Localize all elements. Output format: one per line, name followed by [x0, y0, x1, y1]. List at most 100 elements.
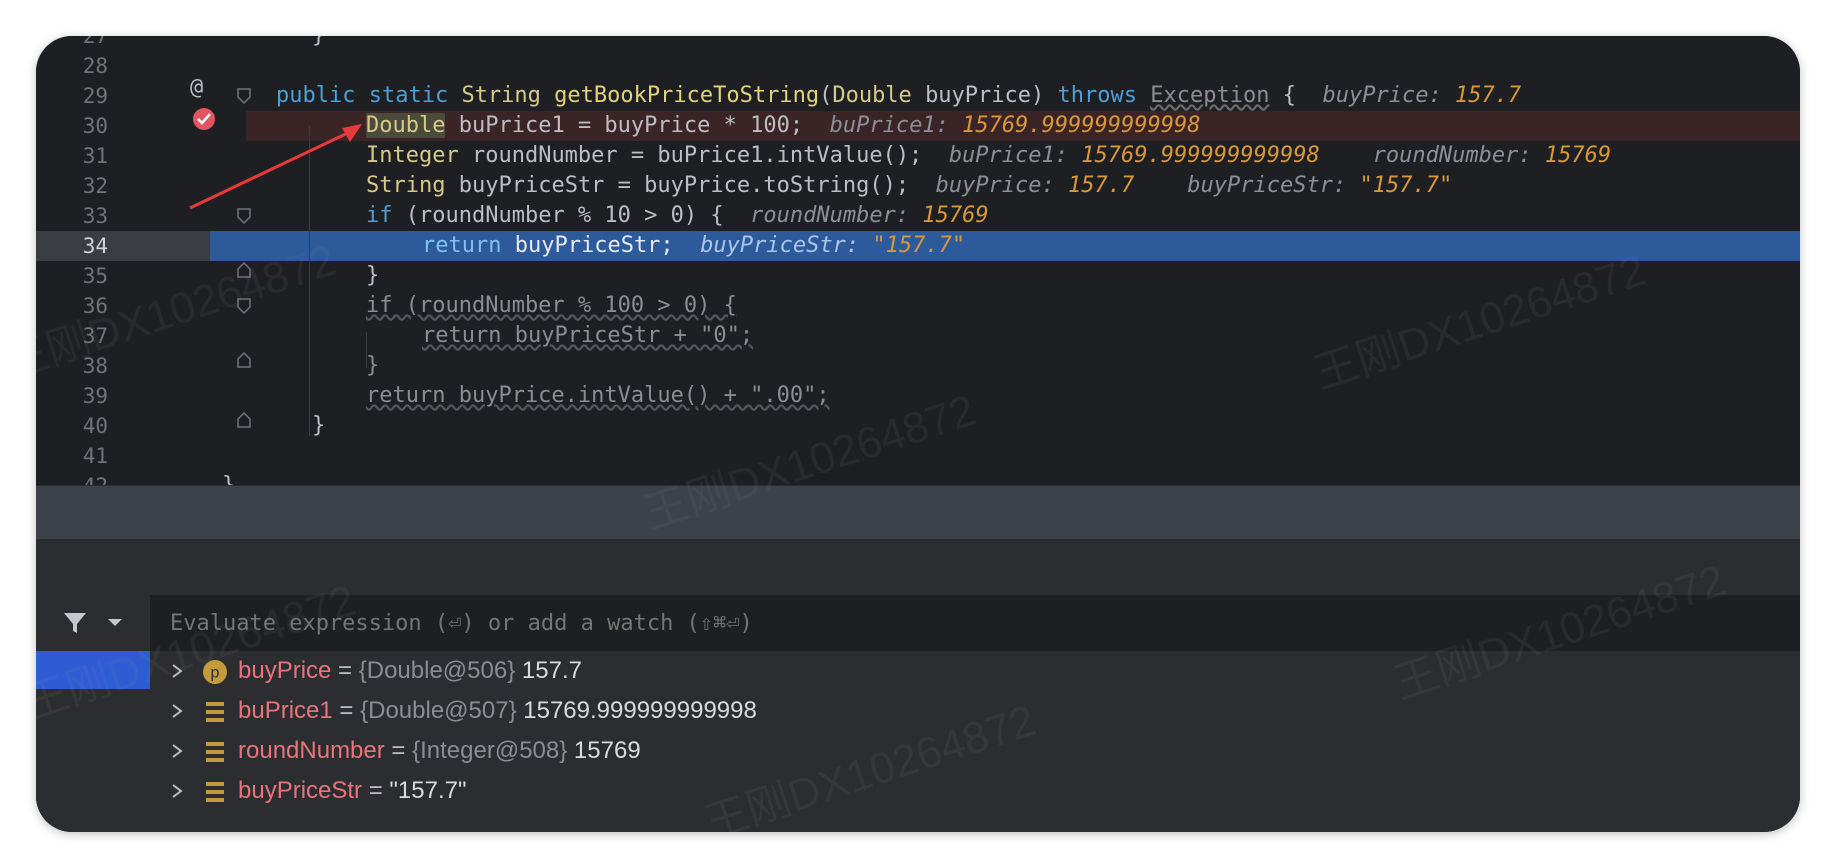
type: Double — [366, 113, 446, 138]
inline-hint-label: buyPriceStr: — [700, 233, 860, 258]
equals-sign: = — [332, 697, 361, 724]
annotation-arrow-icon — [189, 124, 362, 210]
field-icon — [206, 782, 224, 802]
code: } — [366, 263, 380, 288]
code-line-38[interactable]: } — [36, 351, 1800, 381]
code-editor[interactable]: } 27 28 public static String getBookPric… — [36, 36, 1800, 485]
variable-value: 15769 — [567, 737, 641, 764]
ide-window: } 27 28 public static String getBookPric… — [36, 36, 1800, 832]
field-icon — [206, 702, 224, 722]
debugger-header — [36, 539, 1800, 596]
type: String — [461, 83, 541, 108]
filter-icon[interactable] — [62, 610, 88, 636]
param-type: Double — [832, 83, 912, 108]
variable-name: roundNumber — [238, 737, 385, 764]
variable-row-roundNumber[interactable]: roundNumber = {Integer@508} 15769 — [150, 731, 1800, 771]
chevron-down-icon[interactable] — [106, 617, 124, 629]
svg-text:p: p — [211, 665, 220, 682]
inline-hint-value: 15769 — [1544, 143, 1612, 168]
fold-icon[interactable] — [237, 352, 251, 368]
line-number: 37 — [82, 324, 108, 348]
inline-hint-label: buPrice1: — [829, 113, 949, 138]
inline-hint-value: "157.7" — [1359, 173, 1453, 198]
chevron-right-icon[interactable] — [170, 743, 184, 759]
parameter-icon: p — [203, 660, 227, 684]
inline-hint-value: 15769 — [922, 203, 989, 228]
chevron-right-icon[interactable] — [170, 703, 184, 719]
variable-row-buPrice1[interactable]: buPrice1 = {Double@507} 15769.9999999999… — [150, 691, 1800, 731]
line-number: 35 — [82, 264, 108, 288]
line-number: 29 — [82, 84, 108, 108]
equals-sign: = — [362, 777, 390, 804]
line-number: 41 — [82, 444, 108, 468]
inline-hint-label: roundNumber: — [750, 203, 910, 228]
variable-type: {Double@506} — [358, 657, 516, 684]
equals-sign: = — [384, 737, 413, 764]
code-line-30[interactable]: Double buPrice1 = buyPrice * 100; buPric… — [246, 111, 1800, 141]
line-number: 39 — [82, 384, 108, 408]
type: String — [366, 173, 446, 198]
code-line-36[interactable]: if (roundNumber % 100 > 0) { — [36, 291, 1800, 321]
code-line-40[interactable]: } — [36, 411, 1800, 441]
inline-hint-label: buyPriceStr: — [1187, 173, 1347, 198]
line-number: 33 — [82, 204, 108, 228]
code: buyPriceStr; — [514, 233, 674, 258]
keyword: public static — [276, 83, 449, 108]
code-line-28[interactable] — [36, 51, 1800, 81]
variable-name: buyPrice — [238, 657, 332, 684]
selected-frame[interactable] — [36, 651, 150, 689]
variable-row-buyPriceStr[interactable]: buyPriceStr = "157.7" — [150, 771, 1800, 811]
evaluate-expression-input[interactable] — [168, 595, 1672, 653]
line-number: 42 — [36, 471, 108, 485]
line-number: 40 — [82, 414, 108, 438]
inline-hint-value: 15769.999999999998 — [1081, 143, 1320, 168]
inline-hint-value: 157.7 — [1068, 173, 1135, 198]
code-line-37[interactable]: return buyPriceStr + "0"; — [36, 321, 1800, 351]
method-name: getBookPriceToString — [554, 83, 820, 108]
code-line-35[interactable]: } — [36, 261, 1800, 291]
code-line-39[interactable]: return buyPrice.intValue() + ".00"; — [36, 381, 1800, 411]
param: buyPrice) — [925, 83, 1045, 108]
chevron-right-icon[interactable] — [170, 663, 184, 679]
code-line-34-current[interactable]: return buyPriceStr; buyPriceStr: "157.7" — [36, 231, 1800, 261]
code-line-42[interactable]: } — [36, 471, 1800, 485]
code-unreachable: return buyPrice.intValue() + ".00"; — [366, 383, 830, 408]
variable-value: 15769.999999999998 — [516, 697, 757, 724]
filter-controls — [36, 595, 150, 651]
variable-row-buyPrice[interactable]: p buyPrice = {Double@506} 157.7 — [150, 651, 1800, 691]
variables-list: p buyPrice = {Double@506} 157.7 buPrice1… — [150, 651, 1800, 832]
inline-hint-label: buPrice1: — [948, 143, 1069, 168]
inline-hint-value: 157.7 — [1454, 83, 1522, 108]
line-number: 31 — [82, 144, 108, 168]
fold-icon[interactable] — [237, 262, 251, 278]
line-number: 38 — [82, 354, 108, 378]
throws-keyword: throws — [1057, 83, 1138, 108]
open-brace: { — [1282, 83, 1296, 108]
override-marker-icon[interactable]: @ — [190, 75, 203, 100]
frames-column — [36, 595, 151, 832]
type: Integer — [366, 143, 459, 168]
keyword: return — [422, 233, 502, 258]
line-number: 28 — [82, 54, 108, 78]
line-number: 30 — [82, 114, 108, 138]
debugger-panel: p buyPrice = {Double@506} 157.7 buPrice1… — [36, 539, 1800, 832]
indent-guide — [366, 332, 367, 368]
line-number: 32 — [82, 174, 108, 198]
debug-toolbar-strip — [36, 485, 1800, 540]
chevron-right-icon[interactable] — [170, 783, 184, 799]
code-line-41[interactable] — [36, 441, 1800, 471]
code: roundNumber = buPrice1.intValue(); — [471, 143, 923, 168]
code: buPrice1 = buyPrice * 100; — [458, 113, 804, 138]
variable-value: 157.7 — [515, 657, 582, 684]
field-icon — [206, 742, 224, 762]
fold-icon[interactable] — [237, 412, 251, 428]
fold-icon[interactable] — [237, 298, 251, 314]
inline-hint-label: buyPrice: — [935, 173, 1055, 198]
line-number-current: 34 — [36, 231, 210, 261]
code: } — [312, 413, 326, 438]
variable-name: buyPriceStr — [238, 777, 363, 804]
variable-type: {Double@507} — [360, 697, 517, 724]
evaluate-bar — [150, 595, 1800, 653]
code-line-29[interactable]: public static String getBookPriceToStrin… — [36, 81, 1800, 111]
fold-icon[interactable] — [237, 88, 251, 104]
